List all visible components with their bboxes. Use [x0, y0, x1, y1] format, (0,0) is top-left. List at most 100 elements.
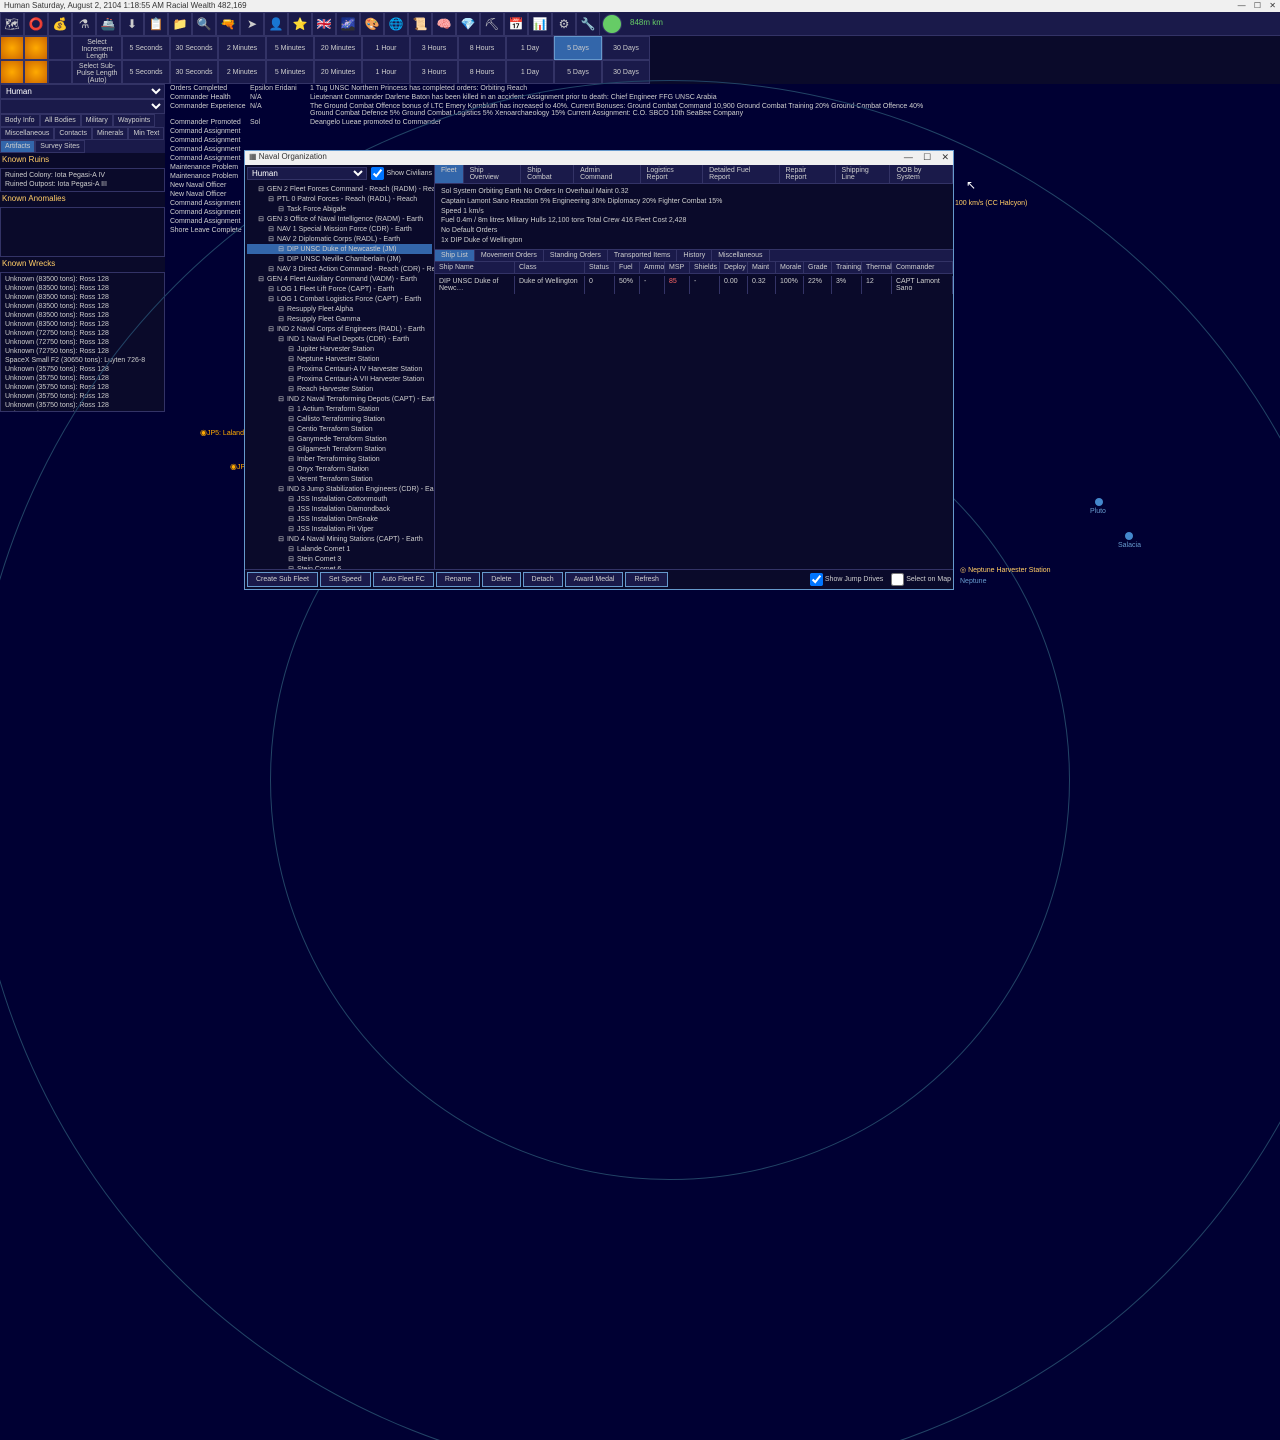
advance-icon[interactable] — [0, 36, 24, 60]
time-inc-8Hours[interactable]: 8 Hours — [458, 36, 506, 60]
tree-item[interactable]: ⊟ Resupply Fleet Gamma — [247, 314, 432, 324]
wreck-item[interactable]: Unknown (83500 tons): Ross 128 — [3, 302, 162, 311]
ship-header-Grade[interactable]: Grade — [804, 262, 832, 273]
time-inc-5Seconds[interactable]: 5 Seconds — [122, 36, 170, 60]
tool-minerals[interactable]: ⛏ — [480, 12, 504, 36]
left-tab-MinText[interactable]: Min Text — [128, 127, 164, 140]
tool-settings[interactable]: ⚙ — [552, 12, 576, 36]
tool-system[interactable]: 🗺 — [0, 12, 24, 36]
salacia[interactable] — [1125, 532, 1133, 540]
tool-chart[interactable]: 📊 — [528, 12, 552, 36]
tree-item[interactable]: ⊟ Proxima Centauri-A VII Harvester Stati… — [247, 374, 432, 384]
advance-sub-icon[interactable] — [24, 36, 48, 60]
naval-btn-SetSpeed[interactable]: Set Speed — [320, 572, 371, 587]
naval-btn-AwardMedal[interactable]: Award Medal — [565, 572, 624, 587]
ship-header-Morale[interactable]: Morale — [776, 262, 804, 273]
left-tab-AllBodies[interactable]: All Bodies — [40, 114, 81, 127]
naval-subtab-History[interactable]: History — [677, 250, 712, 261]
pluto[interactable] — [1095, 498, 1103, 506]
tree-item[interactable]: ⊟ Stein Comet 3 — [247, 554, 432, 564]
naval-btn-Refresh[interactable]: Refresh — [625, 572, 668, 587]
ship-header-Ammo[interactable]: Ammo — [640, 262, 665, 273]
tool-wealth[interactable]: 💎 — [456, 12, 480, 36]
time-sub-5Minutes[interactable]: 5 Minutes — [266, 60, 314, 84]
ruin-item[interactable]: Ruined Colony: Iota Pegasi-A IV — [3, 171, 162, 180]
tree-item[interactable]: ⊟ GEN 3 Office of Naval Intelligence (RA… — [247, 214, 432, 224]
naval-btn-Delete[interactable]: Delete — [482, 572, 520, 587]
naval-subtab-TransportedItems[interactable]: Transported Items — [608, 250, 678, 261]
tool-economy[interactable]: 💰 — [48, 12, 72, 36]
tree-item[interactable]: ⊟ PTL 0 Patrol Forces - Reach (RADL) - R… — [247, 194, 432, 204]
tree-item[interactable]: ⊟ GEN 4 Fleet Auxiliary Command (VADM) -… — [247, 274, 432, 284]
time-sub-5Days[interactable]: 5 Days — [554, 60, 602, 84]
left-tab-BodyInfo[interactable]: Body Info — [0, 114, 40, 127]
event-row[interactable]: Orders CompletedEpsilon Eridani1 Tug UNS… — [170, 84, 930, 93]
left-tab-SurveySites[interactable]: Survey Sites — [35, 140, 84, 153]
wreck-item[interactable]: Unknown (83500 tons): Ross 128 — [3, 320, 162, 329]
tree-item[interactable]: ⊟ Lalande Comet 1 — [247, 544, 432, 554]
event-row[interactable]: Commander PromotedSolDeangelo Lueae prom… — [170, 118, 930, 127]
tree-item[interactable]: ⊟ NAV 3 Direct Action Command - Reach (C… — [247, 264, 432, 274]
naval-tab-LogisticsReport[interactable]: Logistics Report — [641, 165, 704, 183]
wreck-item[interactable]: Unknown (83500 tons): Ross 128 — [3, 311, 162, 320]
subpulse-icon-3[interactable] — [48, 60, 72, 84]
tree-item[interactable]: ⊟ IND 1 Naval Fuel Depots (CDR) - Earth — [247, 334, 432, 344]
naval-tab-ShipOverview[interactable]: Ship Overview — [464, 165, 522, 183]
tool-space[interactable]: 🌌 — [336, 12, 360, 36]
tool-globe[interactable]: 🌐 — [384, 12, 408, 36]
wreck-item[interactable]: Unknown (35750 tons): Ross 128 — [3, 383, 162, 392]
tree-item[interactable]: ⊟ NAV 2 Diplomatic Corps (RADL) - Earth — [247, 234, 432, 244]
tool-ground[interactable]: ⬇ — [120, 12, 144, 36]
naval-btn-AutoFleetFC[interactable]: Auto Fleet FC — [373, 572, 434, 587]
ship-header-Thermal[interactable]: Thermal — [862, 262, 892, 273]
ship-header-Deploy[interactable]: Deploy — [720, 262, 748, 273]
event-row[interactable]: Commander ExperienceN/AThe Ground Combat… — [170, 102, 930, 118]
system-select[interactable] — [0, 99, 165, 114]
tree-item[interactable]: ⊟ Stein Comet 6 — [247, 564, 432, 569]
time-sub-1Hour[interactable]: 1 Hour — [362, 60, 410, 84]
tool-missile[interactable]: ➤ — [240, 12, 264, 36]
time-sub-2Minutes[interactable]: 2 Minutes — [218, 60, 266, 84]
naval-subtab-StandingOrders[interactable]: Standing Orders — [544, 250, 608, 261]
naval-tab-ShippingLine[interactable]: Shipping Line — [836, 165, 891, 183]
time-inc-5Days[interactable]: 5 Days — [554, 36, 602, 60]
time-inc-2Minutes[interactable]: 2 Minutes — [218, 36, 266, 60]
maximize-icon[interactable]: ☐ — [1254, 1, 1261, 10]
tree-item[interactable]: ⊟ Neptune Harvester Station — [247, 354, 432, 364]
ship-header-Maint[interactable]: Maint — [748, 262, 776, 273]
naval-tab-DetailedFuelReport[interactable]: Detailed Fuel Report — [703, 165, 779, 183]
naval-btn-Rename[interactable]: Rename — [436, 572, 480, 587]
tool-survey[interactable]: 🔍 — [192, 12, 216, 36]
select-on-map-check[interactable]: Select on Map — [891, 573, 951, 586]
tree-item[interactable]: ⊟ GEN 2 Fleet Forces Command - Reach (RA… — [247, 184, 432, 194]
time-inc-30Days[interactable]: 30 Days — [602, 36, 650, 60]
left-tab-Miscellaneous[interactable]: Miscellaneous — [0, 127, 54, 140]
naval-close-icon[interactable]: ✕ — [941, 152, 949, 162]
naval-tab-AdminCommand[interactable]: Admin Command — [574, 165, 640, 183]
tree-item[interactable]: ⊟ IND 4 Naval Mining Stations (CAPT) - E… — [247, 534, 432, 544]
ship-header-Fuel[interactable]: Fuel — [615, 262, 640, 273]
naval-subtab-Miscellaneous[interactable]: Miscellaneous — [712, 250, 769, 261]
tool-soldier[interactable]: 👤 — [264, 12, 288, 36]
subpulse-icon-2[interactable] — [24, 60, 48, 84]
tool-flag[interactable]: 🇬🇧 — [312, 12, 336, 36]
time-inc-30Seconds[interactable]: 30 Seconds — [170, 36, 218, 60]
auto-turn-toggle[interactable] — [602, 14, 622, 34]
naval-btn-CreateSubFleet[interactable]: Create Sub Fleet — [247, 572, 318, 587]
tree-item[interactable]: ⊟ Callisto Terraforming Station — [247, 414, 432, 424]
event-row[interactable]: Command Assignment — [170, 127, 930, 136]
tool-fleet[interactable]: ⭕ — [24, 12, 48, 36]
close-icon[interactable]: ✕ — [1269, 1, 1276, 10]
naval-race-select[interactable]: Human — [247, 167, 367, 180]
tool-intel[interactable]: 🧠 — [432, 12, 456, 36]
naval-maximize-icon[interactable]: ☐ — [923, 152, 931, 162]
naval-subtab-MovementOrders[interactable]: Movement Orders — [475, 250, 544, 261]
ship-header-Class[interactable]: Class — [515, 262, 585, 273]
time-inc-20Minutes[interactable]: 20 Minutes — [314, 36, 362, 60]
wreck-item[interactable]: Unknown (83500 tons): Ross 128 — [3, 275, 162, 284]
time-inc-1Hour[interactable]: 1 Hour — [362, 36, 410, 60]
tree-item[interactable]: ⊟ DIP UNSC Neville Chamberlain (JM) — [247, 254, 432, 264]
tree-item[interactable]: ⊟ Verent Terraform Station — [247, 474, 432, 484]
ruin-item[interactable]: Ruined Outpost: Iota Pegasi-A III — [3, 180, 162, 189]
wreck-item[interactable]: Unknown (72750 tons): Ross 128 — [3, 347, 162, 356]
